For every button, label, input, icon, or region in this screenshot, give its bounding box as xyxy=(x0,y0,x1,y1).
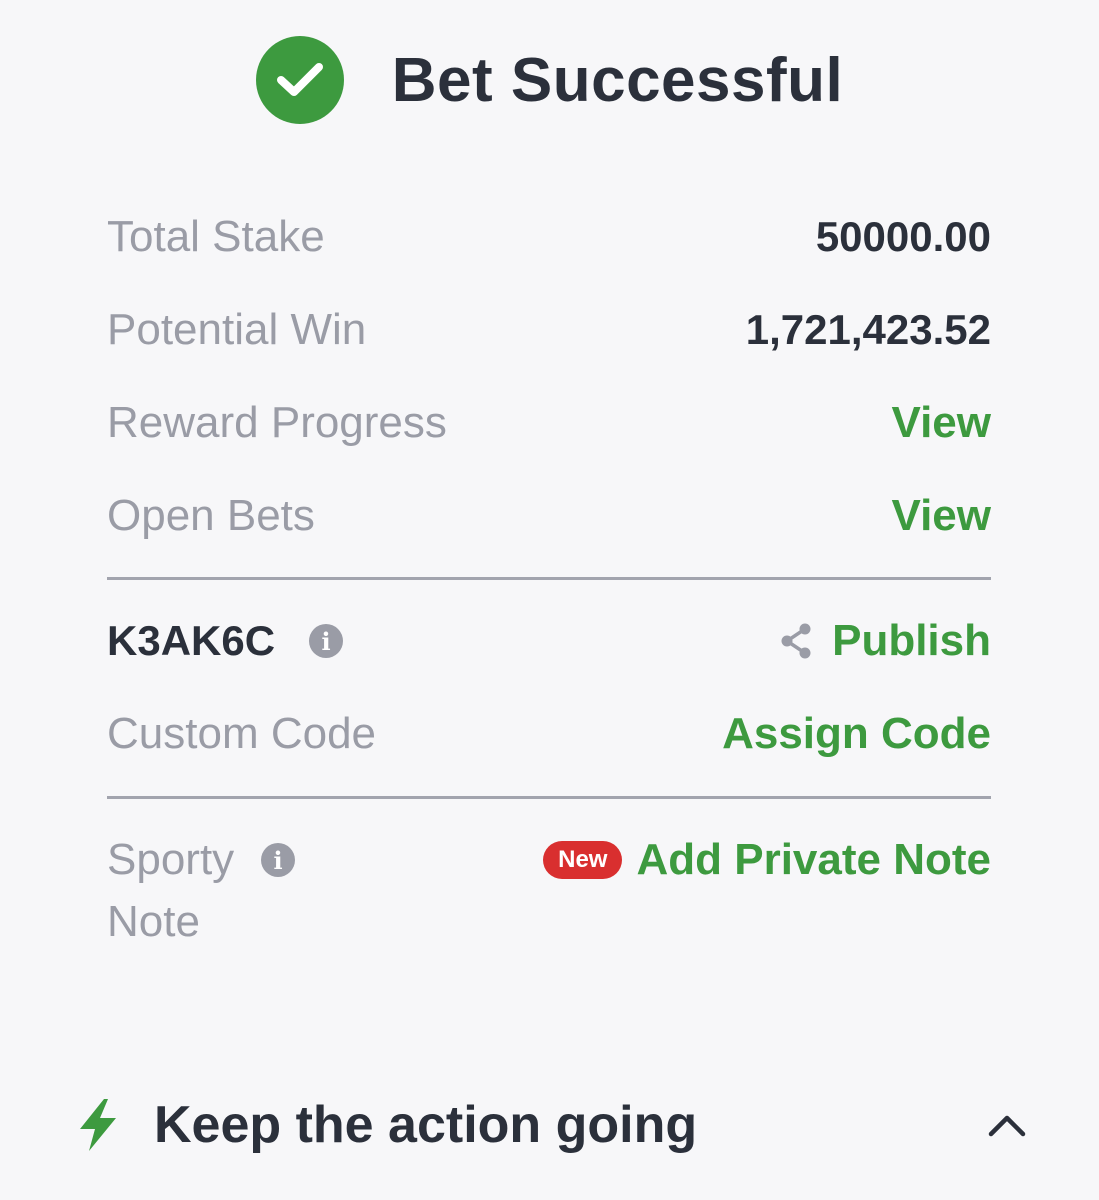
sporty-note-label: Sporty Note xyxy=(107,835,235,946)
bet-success-header: Bet Successful xyxy=(0,32,1099,128)
reward-progress-row: Reward Progress View xyxy=(107,394,991,452)
keep-action-going-header: Keep the action going xyxy=(76,1095,697,1155)
open-bets-row: Open Bets View xyxy=(107,487,991,545)
divider xyxy=(107,577,991,580)
keep-action-going-title: Keep the action going xyxy=(154,1096,698,1154)
lightning-icon xyxy=(80,1099,116,1151)
info-icon[interactable]: i xyxy=(261,843,295,877)
keep-action-going-section[interactable]: Keep the action going xyxy=(76,1090,1036,1160)
add-private-note-button[interactable]: New Add Private Note xyxy=(543,829,991,891)
custom-code-label: Custom Code xyxy=(107,709,377,758)
total-stake-value: 50000.00 xyxy=(815,213,991,260)
total-stake-row: Total Stake 50000.00 xyxy=(107,208,991,266)
chevron-up-icon[interactable] xyxy=(988,1113,1026,1137)
check-circle-icon xyxy=(255,36,344,124)
open-bets-view-link[interactable]: View xyxy=(892,491,991,541)
potential-win-value: 1,721,423.52 xyxy=(745,306,991,353)
booking-code-group: K3AK6C i xyxy=(107,617,344,665)
divider xyxy=(107,796,991,799)
publish-button[interactable]: Publish xyxy=(778,616,991,666)
reward-progress-label: Reward Progress xyxy=(107,398,447,447)
total-stake-label: Total Stake xyxy=(107,212,325,261)
potential-win-label: Potential Win xyxy=(107,305,367,354)
assign-code-link[interactable]: Assign Code xyxy=(722,709,991,759)
share-icon xyxy=(781,623,811,659)
open-bets-label: Open Bets xyxy=(107,491,315,540)
page-title: Bet Successful xyxy=(391,45,844,115)
sporty-note-group: Sporty Note i xyxy=(107,829,295,953)
sporty-note-row: Sporty Note i New Add Private Note xyxy=(107,829,991,959)
info-icon[interactable]: i xyxy=(309,624,344,658)
publish-label: Publish xyxy=(832,616,991,665)
add-private-note-label: Add Private Note xyxy=(636,835,991,884)
custom-code-row: Custom Code Assign Code xyxy=(107,705,991,763)
booking-code: K3AK6C xyxy=(107,617,276,664)
booking-code-row: K3AK6C i Publish xyxy=(107,612,991,670)
reward-progress-view-link[interactable]: View xyxy=(892,398,991,448)
potential-win-row: Potential Win 1,721,423.52 xyxy=(107,301,991,359)
new-badge: New xyxy=(543,841,623,879)
bet-success-page: Bet Successful Total Stake 50000.00 Pote… xyxy=(0,0,1099,1200)
